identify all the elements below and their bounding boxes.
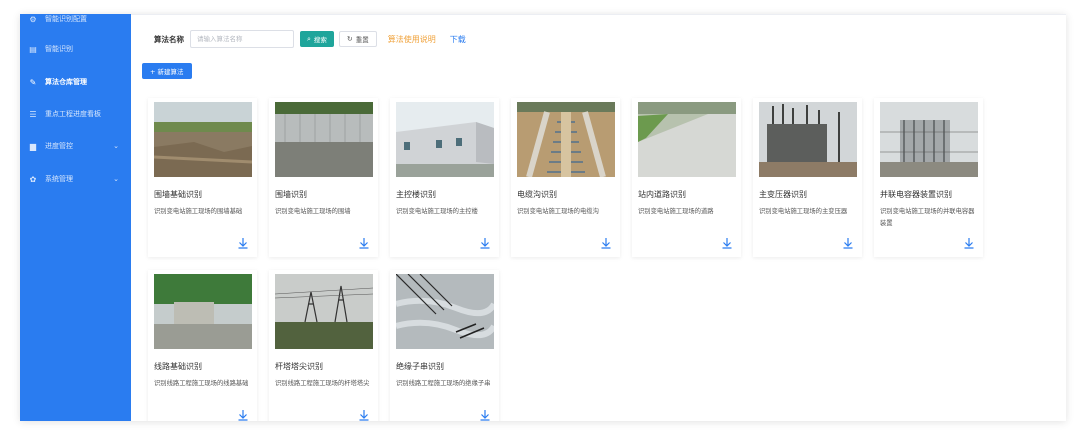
- search-toolbar: 算法名称 ⌕ 搜索 ↻ 重置 算法使用说明 下载: [154, 30, 466, 48]
- tower-tip-image: [275, 274, 373, 349]
- card-title: 主控楼识别: [396, 190, 436, 199]
- card-title: 站内道路识别: [638, 190, 686, 199]
- sidebar-item-progress-board[interactable]: ☰ 重点工程进度看板: [20, 103, 131, 125]
- card-title: 线路基础识别: [154, 362, 202, 371]
- sidebar-item-algorithm-repo[interactable]: ✎ 算法仓库管理: [20, 71, 131, 93]
- algorithm-card[interactable]: 线路基础识别 识别线路工程施工现场的线路基础: [148, 270, 257, 421]
- chevron-down-icon: ⌄: [113, 175, 119, 183]
- capacitor-bank-image: [880, 102, 978, 177]
- card-description: 识别变电站施工现场的电缆沟: [517, 208, 599, 215]
- download-icon[interactable]: [600, 237, 612, 249]
- algorithm-card[interactable]: 杆塔塔尖识别 识别线路工程施工现场的杆塔塔尖: [269, 270, 378, 421]
- wall-foundation-image: [154, 102, 252, 177]
- card-description: 识别变电站施工现场的道路: [638, 208, 714, 215]
- algorithm-card[interactable]: 主控楼识别 识别变电站施工现场的主控楼: [390, 98, 499, 257]
- card-description: 识别变电站施工现场的主变压器: [759, 208, 848, 215]
- download-icon[interactable]: [358, 237, 370, 249]
- algorithm-card[interactable]: 围墙识别 识别变电站施工现场的围墙: [269, 98, 378, 257]
- algorithm-card[interactable]: 围墙基础识别 识别变电站施工现场的围墙基础: [148, 98, 257, 257]
- new-algorithm-button[interactable]: + 新建算法: [142, 63, 192, 79]
- sidebar-item-label: 重点工程进度看板: [45, 110, 101, 118]
- sidebar-item-progress-control[interactable]: ▆ 进度管控 ⌄: [20, 135, 131, 157]
- sidebar-item-recognition[interactable]: ▤ 智能识别: [20, 38, 131, 60]
- search-label: 算法名称: [154, 34, 184, 44]
- main-transformer-image: [759, 102, 857, 177]
- algorithm-card[interactable]: 绝缘子串识别 识别线路工程施工现场的绝缘子串: [390, 270, 499, 421]
- settings-icon: ⚙: [29, 14, 37, 24]
- card-title: 围墙基础识别: [154, 190, 202, 199]
- sidebar-item-label: 系统管理: [45, 175, 73, 183]
- reset-button-label: 重置: [355, 36, 369, 44]
- card-title: 绝缘子串识别: [396, 362, 444, 371]
- reset-button[interactable]: ↻ 重置: [338, 31, 377, 47]
- insulator-string-image: [396, 274, 494, 349]
- sidebar: ⚙ 智能识别配置 ▤ 智能识别 ✎ 算法仓库管理 ☰ 重点工程进度看板 ▆ 进度…: [20, 14, 131, 421]
- card-description: 识别变电站施工现场的围墙: [275, 208, 351, 215]
- app-window: ⚙ 智能识别配置 ▤ 智能识别 ✎ 算法仓库管理 ☰ 重点工程进度看板 ▆ 进度…: [20, 14, 1066, 421]
- download-icon[interactable]: [479, 409, 491, 421]
- download-icon[interactable]: [237, 237, 249, 249]
- algorithm-guide-link[interactable]: 算法使用说明: [388, 34, 436, 45]
- sidebar-item-label: 进度管控: [45, 142, 73, 150]
- document-icon: ▤: [29, 44, 37, 54]
- download-icon[interactable]: [842, 237, 854, 249]
- card-description: 识别变电站施工现场的围墙基础: [154, 208, 243, 215]
- sidebar-item-recognition-config[interactable]: ⚙ 智能识别配置: [20, 14, 131, 30]
- sidebar-item-label: 算法仓库管理: [45, 78, 87, 86]
- card-title: 并联电容器装置识别: [880, 190, 952, 199]
- list-icon: ☰: [29, 109, 37, 119]
- divider: [131, 14, 1066, 15]
- algorithm-card[interactable]: 主变压器识别 识别变电站施工现场的主变压器: [753, 98, 862, 257]
- download-link[interactable]: 下载: [450, 34, 466, 45]
- card-description: 识别变电站施工现场的并联电容器装置: [880, 208, 975, 227]
- sidebar-item-system[interactable]: ✿ 系统管理 ⌄: [20, 168, 131, 190]
- card-title: 主变压器识别: [759, 190, 807, 199]
- sidebar-item-label: 智能识别: [45, 45, 73, 53]
- control-building-image: [396, 102, 494, 177]
- card-description: 识别线路工程施工现场的杆塔塔尖: [275, 380, 370, 387]
- card-title: 电缆沟识别: [517, 190, 557, 199]
- card-description: 识别线路工程施工现场的线路基础: [154, 380, 249, 387]
- search-input[interactable]: [190, 30, 294, 48]
- sidebar-item-label: 智能识别配置: [45, 15, 87, 23]
- download-icon[interactable]: [721, 237, 733, 249]
- download-icon[interactable]: [479, 237, 491, 249]
- download-icon[interactable]: [237, 409, 249, 421]
- card-title: 围墙识别: [275, 190, 307, 199]
- cable-trench-image: [517, 102, 615, 177]
- algorithm-card[interactable]: 电缆沟识别 识别变电站施工现场的电缆沟: [511, 98, 620, 257]
- algorithm-card[interactable]: 站内道路识别 识别变电站施工现场的道路: [632, 98, 741, 257]
- search-button-label: 搜索: [313, 36, 327, 44]
- card-description: 识别变电站施工现场的主控楼: [396, 208, 478, 215]
- search-icon: ⌕: [307, 34, 311, 43]
- wall-image: [275, 102, 373, 177]
- download-icon[interactable]: [963, 237, 975, 249]
- card-title: 杆塔塔尖识别: [275, 362, 323, 371]
- edit-icon: ✎: [29, 77, 37, 87]
- algorithm-card[interactable]: 并联电容器装置识别 识别变电站施工现场的并联电容器装置: [874, 98, 983, 257]
- search-button[interactable]: ⌕ 搜索: [300, 31, 334, 47]
- station-road-image: [638, 102, 736, 177]
- chevron-down-icon: ⌄: [113, 142, 119, 150]
- card-description: 识别线路工程施工现场的绝缘子串: [396, 380, 491, 387]
- download-icon[interactable]: [358, 409, 370, 421]
- main-content: 算法名称 ⌕ 搜索 ↻ 重置 算法使用说明 下载 + 新建算法: [131, 14, 1066, 421]
- line-foundation-image: [154, 274, 252, 349]
- folder-icon: ▆: [29, 141, 37, 151]
- refresh-icon: ↻: [346, 35, 353, 43]
- gear-icon: ✿: [29, 174, 37, 184]
